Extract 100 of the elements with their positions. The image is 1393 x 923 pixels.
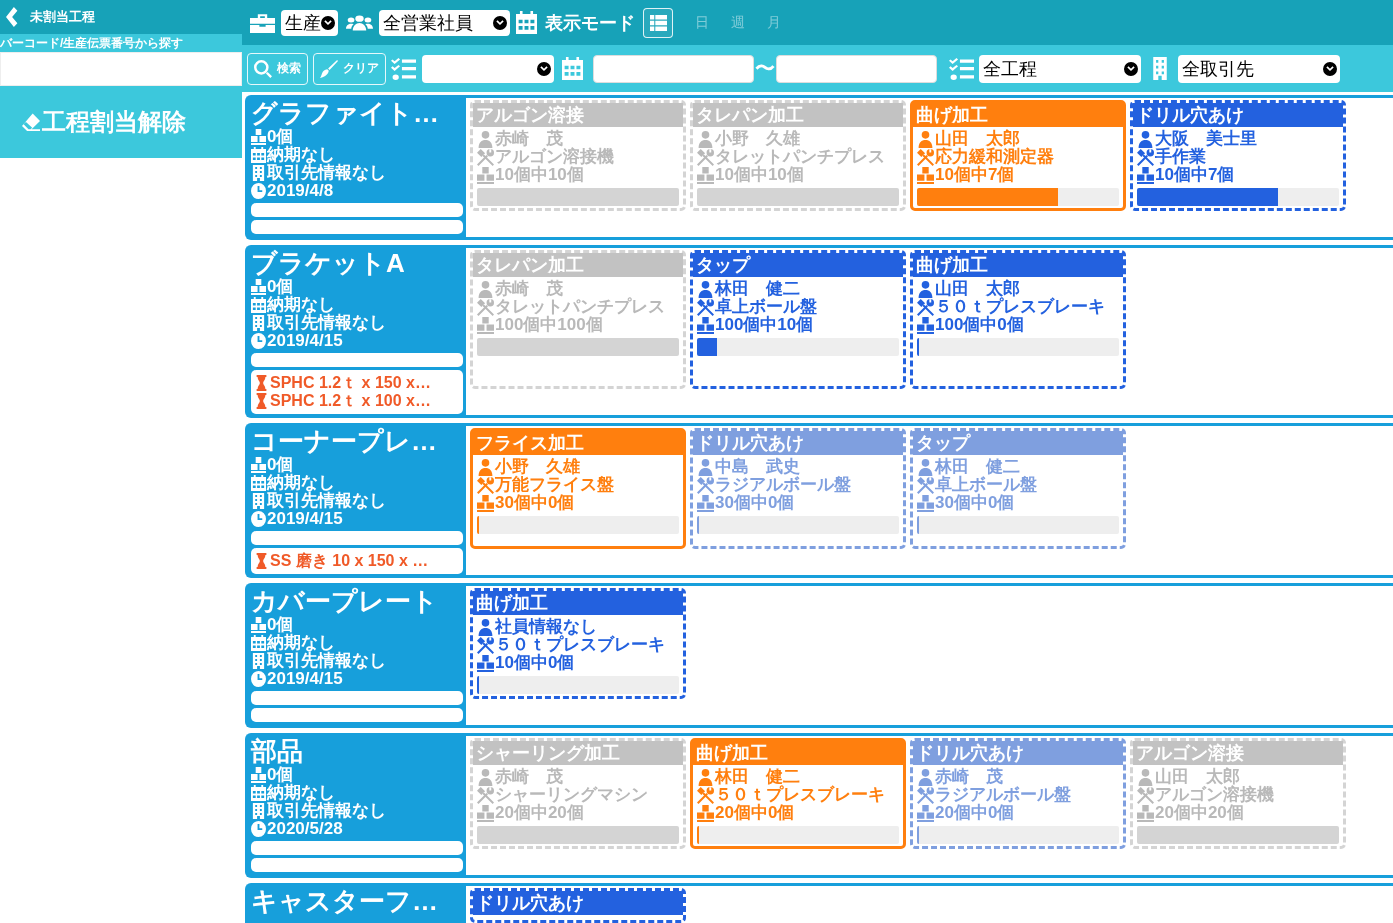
machine-name: ラジアルボール盤	[715, 476, 851, 494]
process-header: アルゴン溶接	[473, 103, 683, 127]
caret-icon	[1323, 61, 1337, 76]
clock-icon	[251, 333, 266, 349]
hourglass-icon	[255, 393, 268, 409]
process-header: ドリル穴あけ	[913, 741, 1123, 765]
process-select[interactable]: 全工程	[979, 54, 1141, 83]
process-header: ドリル穴あけ	[473, 891, 683, 915]
process-card[interactable]: フライス加工 小野 久雄 万能フライス盤 30個中0個	[470, 428, 686, 549]
progress-text: 30個中0個	[715, 494, 795, 512]
view-mode-tab[interactable]: 日	[689, 9, 715, 36]
progress-text: 30個中0個	[495, 494, 575, 512]
boxes-icon	[251, 457, 266, 473]
product-name: キャスターフ…	[251, 886, 439, 916]
process-card[interactable]: タレパン加工 赤崎 茂 タレットパンチプレス 100個中100個	[470, 250, 686, 389]
process-card[interactable]: 曲げ加工 林田 健二 ５０ｔプレスブレーキ 20個中0個	[690, 738, 906, 849]
boxes-icon	[697, 316, 714, 334]
view-mode-tab[interactable]: 週	[725, 9, 751, 36]
progress-text: 10個中7個	[935, 166, 1015, 184]
progress-text: 10個中10個	[715, 166, 804, 184]
building-icon	[251, 803, 266, 819]
person-icon	[917, 768, 934, 786]
person-icon	[697, 280, 714, 298]
date-text: 2020/5/28	[267, 820, 343, 838]
tools-icon	[917, 786, 934, 804]
process-card[interactable]: ドリル穴あけ 赤崎 茂 ラジアルボール盤 20個中0個	[910, 738, 1126, 849]
boxes-icon	[1137, 804, 1154, 822]
checklist-icon	[391, 57, 416, 80]
machine-name: シャーリングマシン	[495, 786, 648, 804]
customer-text: 取引先情報なし	[267, 164, 386, 182]
process-card[interactable]: アルゴン溶接 赤崎 茂 アルゴン溶接機 10個中10個	[470, 100, 686, 211]
person-icon	[477, 768, 494, 786]
product-name: カバープレート	[251, 586, 439, 616]
boxes-icon	[1137, 166, 1154, 184]
process-card[interactable]: 曲げ加工 山田 太郎 ５０ｔプレスブレーキ 100個中0個	[910, 250, 1126, 389]
list-view-tab[interactable]	[643, 7, 673, 38]
search-icon	[254, 59, 272, 78]
barcode-input-field[interactable]	[0, 52, 242, 86]
customer-select[interactable]: 全取引先	[1178, 54, 1340, 83]
worker-name: 社員情報なし	[495, 618, 597, 636]
machine-name: タレットパンチプレス	[715, 148, 885, 166]
process-card[interactable]: ドリル穴あけ 大阪 美士里 手作業 10個中7個	[1130, 100, 1346, 211]
customer-text: 取引先情報なし	[267, 802, 386, 820]
process-card[interactable]: シャーリング加工 赤崎 茂 シャーリングマシン 20個中20個	[470, 738, 686, 849]
person-icon	[1137, 768, 1154, 786]
calendar-icon	[251, 635, 266, 651]
progress-text: 20個中20個	[1155, 804, 1244, 822]
boxes-icon	[477, 316, 494, 334]
process-card[interactable]: タップ 林田 健二 卓上ボール盤 30個中0個	[910, 428, 1126, 549]
tools-icon	[697, 476, 714, 494]
material-text: SS 磨き 10 x 150 x …	[270, 552, 429, 570]
search-button[interactable]: 検索	[247, 52, 308, 85]
boxes-icon	[251, 279, 266, 295]
back-button[interactable]: 未割当工程	[6, 7, 95, 27]
start-date-field[interactable]	[593, 54, 754, 83]
date-text: 2019/4/15	[267, 670, 343, 688]
view-mode-tab[interactable]: 月	[761, 9, 787, 36]
date-text: 2019/4/15	[267, 332, 343, 350]
worker-name: 林田 健二	[715, 768, 800, 786]
clock-icon	[251, 511, 266, 527]
progress-text: 20個中0個	[935, 804, 1015, 822]
tools-icon	[917, 298, 934, 316]
range-separator: 〜	[755, 56, 775, 81]
tools-icon	[1137, 148, 1154, 166]
process-card[interactable]: ドリル穴あけ	[470, 888, 686, 923]
tools-icon	[697, 298, 714, 316]
due-date-text: 納期なし	[267, 146, 335, 164]
tools-icon	[697, 148, 714, 166]
person-icon	[697, 458, 714, 476]
tools-icon	[477, 786, 494, 804]
process-header: タップ	[913, 431, 1123, 455]
customer-text: 取引先情報なし	[267, 314, 386, 332]
worker-name: 林田 健二	[715, 280, 800, 298]
quantity-text: 0個	[267, 128, 294, 146]
worker-name: 林田 健二	[935, 458, 1020, 476]
unassign-button[interactable]: 工程割当解除	[0, 86, 242, 158]
process-card[interactable]: 曲げ加工 社員情報なし ５０ｔプレスブレーキ 10個中0個	[470, 588, 686, 699]
process-card[interactable]: 曲げ加工 山田 太郎 応力緩和測定器 10個中7個	[910, 100, 1126, 211]
worker-name: 山田 太郎	[935, 130, 1020, 148]
status-select[interactable]	[422, 54, 554, 83]
tools-icon	[697, 786, 714, 804]
process-card[interactable]: タップ 林田 健二 卓上ボール盤 100個中10個	[690, 250, 906, 389]
person-icon	[1137, 130, 1154, 148]
process-card[interactable]: タレパン加工 小野 久雄 タレットパンチプレス 10個中10個	[690, 100, 906, 211]
calendar-icon	[516, 11, 537, 34]
boxes-icon	[477, 166, 494, 184]
clear-button[interactable]: クリア	[313, 52, 386, 85]
machine-name: アルゴン溶接機	[495, 148, 614, 166]
checklist-icon	[949, 57, 974, 80]
date-text: 2019/4/8	[267, 182, 334, 200]
end-date-field[interactable]	[776, 54, 937, 83]
process-card[interactable]: ドリル穴あけ 中島 武史 ラジアルボール盤 30個中0個	[690, 428, 906, 549]
process-header: タップ	[693, 253, 903, 277]
person-icon	[917, 130, 934, 148]
progress-text: 10個中7個	[1155, 166, 1235, 184]
boxes-icon	[917, 804, 934, 822]
staff-select[interactable]: 全営業社員	[379, 9, 510, 36]
process-card[interactable]: アルゴン溶接 山田 太郎 アルゴン溶接機 20個中20個	[1130, 738, 1346, 849]
worker-name: 大阪 美士里	[1155, 130, 1257, 148]
department-select[interactable]: 生産	[281, 9, 338, 36]
